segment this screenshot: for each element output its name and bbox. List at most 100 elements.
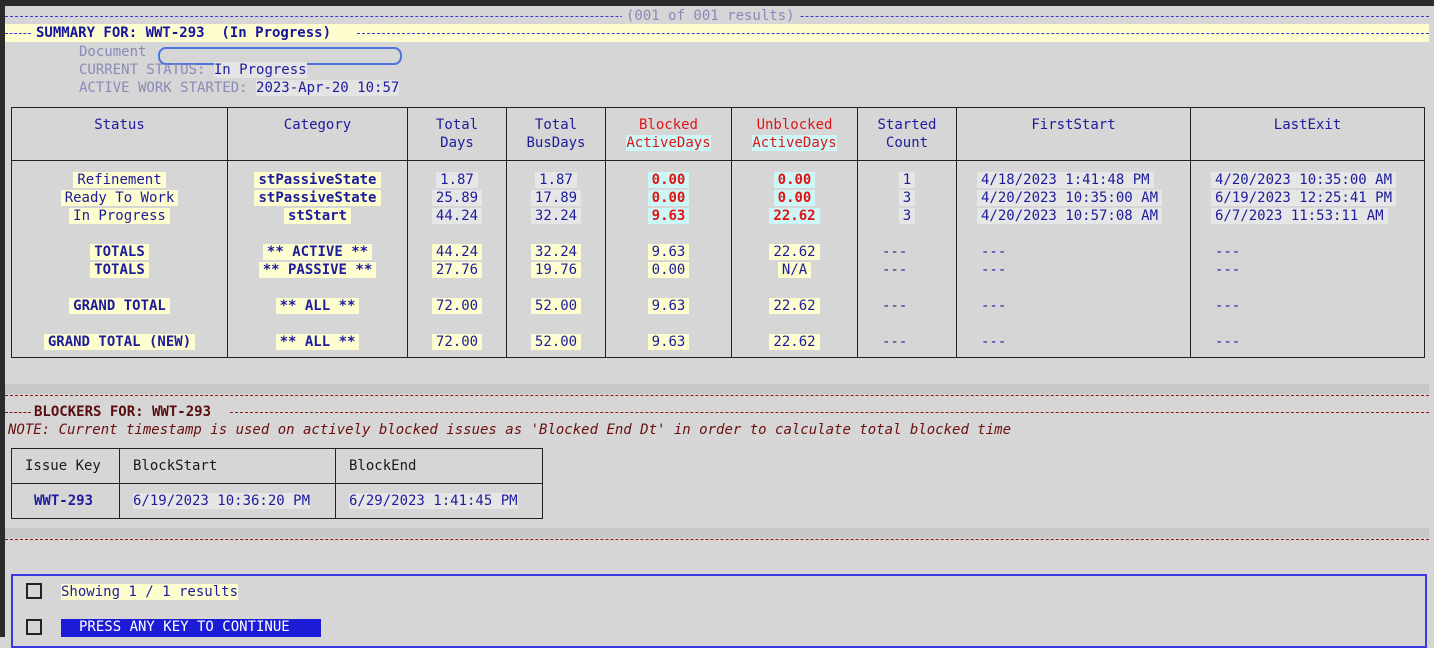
row-unblocked: 0.00 (732, 189, 857, 207)
col-firststart: FirstStart (956, 107, 1191, 161)
row-started-count: 3 (858, 189, 956, 207)
row-total-days: 1.87 (408, 171, 506, 189)
total-busdays-column: 1.87 17.89 32.24 32.24 19.76 52.00 52.00 (506, 160, 606, 358)
blockers-divider-right (230, 412, 1429, 413)
total-blocked: 9.63 (606, 243, 731, 261)
total-status: TOTALS (12, 261, 227, 279)
total-started-count: --- (882, 244, 908, 260)
blockers-divider-top (5, 395, 1429, 396)
blocked-column: 0.00 0.00 9.63 9.63 0.00 9.63 9.63 (605, 160, 732, 358)
firststart-column: 4/18/2023 1:41:48 PM 4/20/2023 10:35:00 A… (956, 160, 1191, 358)
row-unblocked: 0.00 (732, 171, 857, 189)
blockers-title: BLOCKERS FOR: WWT-293 (34, 404, 212, 420)
col-blocked-activedays: Blocked ActiveDays (605, 107, 732, 161)
total-total-busdays: 32.24 (507, 243, 605, 261)
summary-divider-left (5, 33, 31, 34)
col-category: Category (227, 107, 408, 161)
category-column: stPassiveState stPassiveState stStart ** AC… (227, 160, 408, 358)
col-blockend: BlockEnd (335, 448, 543, 484)
total-category: ** PASSIVE ** (228, 261, 407, 279)
total-category: ** ACTIVE ** (228, 243, 407, 261)
total-started-count: --- (882, 298, 908, 314)
row-status: In Progress (12, 207, 227, 225)
col-total-days: Total Days (407, 107, 507, 161)
row-total-busdays: 32.24 (507, 207, 605, 225)
document-label: Document (79, 44, 147, 60)
col-total-busdays: Total BusDays (506, 107, 606, 161)
row-started-count: 3 (858, 207, 956, 225)
press-any-key-button[interactable]: PRESS ANY KEY TO CONTINUE (61, 619, 321, 637)
total-status: GRAND TOTAL (NEW) (12, 333, 227, 351)
row-lastexit: 6/7/2023 11:53:11 AM (1191, 207, 1424, 225)
total-lastexit: --- (1215, 334, 1241, 350)
row-firststart: 4/20/2023 10:35:00 AM (957, 189, 1190, 207)
total-days-column: 1.87 25.89 44.24 44.24 27.76 72.00 72.00 (407, 160, 507, 358)
row-blocked: 0.00 (606, 189, 731, 207)
total-blocked: 0.00 (606, 261, 731, 279)
col-status: Status (11, 107, 228, 161)
status-column: Refinement Ready To Work In Progress TOTALS… (11, 160, 228, 358)
total-firststart: --- (981, 298, 1007, 314)
window-left-edge (0, 6, 5, 637)
row-status: Refinement (12, 171, 227, 189)
total-total-days: 44.24 (408, 243, 506, 261)
current-status-line: CURRENT STATUS: In Progress (79, 62, 307, 78)
col-started-count: Started Count (857, 107, 957, 161)
showing-results: Showing 1 / 1 results (61, 584, 239, 600)
total-total-days: 72.00 (408, 333, 506, 351)
total-firststart: --- (981, 334, 1007, 350)
checkbox-showing[interactable] (26, 583, 42, 599)
blockers-header-row: Issue Key BlockStart BlockEnd (11, 448, 543, 484)
row-total-busdays: 1.87 (507, 171, 605, 189)
row-status: Ready To Work (12, 189, 227, 207)
row-category: stPassiveState (228, 171, 407, 189)
blockers-note: NOTE: Current timestamp is used on activ… (8, 422, 1012, 438)
total-blocked: 9.63 (606, 297, 731, 315)
row-total-days: 44.24 (408, 207, 506, 225)
col-blockstart: BlockStart (119, 448, 336, 484)
row-total-busdays: 17.89 (507, 189, 605, 207)
summary-title: SUMMARY FOR: WWT-293 (In Progress) (34, 25, 334, 41)
blockers-divider-bottom (5, 539, 1429, 540)
total-lastexit: --- (1215, 298, 1241, 314)
total-started-count: --- (882, 262, 908, 278)
total-status: GRAND TOTAL (12, 297, 227, 315)
checkbox-continue[interactable] (26, 619, 42, 635)
total-total-days: 72.00 (408, 297, 506, 315)
row-firststart: 4/18/2023 1:41:48 PM (957, 171, 1190, 189)
active-work-line: ACTIVE WORK STARTED: 2023-Apr-20 10:57 (79, 80, 400, 96)
total-unblocked: 22.62 (732, 243, 857, 261)
total-total-days: 27.76 (408, 261, 506, 279)
col-issue-key: Issue Key (11, 448, 120, 484)
row-blocked: 9.63 (606, 207, 731, 225)
active-work-label: ACTIVE WORK STARTED: (79, 80, 248, 96)
separator-band-2 (5, 528, 1429, 538)
total-status: TOTALS (12, 243, 227, 261)
results-counter: (001 of 001 results) (622, 8, 799, 24)
col-lastexit: LastExit (1190, 107, 1425, 161)
table-row: WWT-293 6/19/2023 10:36:20 PM 6/29/2023 … (11, 483, 543, 519)
total-lastexit: --- (1215, 262, 1241, 278)
summary-divider-right (357, 33, 1429, 34)
total-total-busdays: 52.00 (507, 333, 605, 351)
row-unblocked: 22.62 (732, 207, 857, 225)
row-firststart: 4/20/2023 10:57:08 AM (957, 207, 1190, 225)
separator-band (5, 384, 1429, 394)
active-work-value: 2023-Apr-20 10:57 (256, 80, 400, 96)
summary-body-row: Refinement Ready To Work In Progress TOTALS… (11, 160, 1425, 358)
row-started-count: 1 (858, 171, 956, 189)
block-start: 6/19/2023 10:36:20 PM (119, 483, 336, 519)
row-category: stStart (228, 207, 407, 225)
blockers-table: Issue Key BlockStart BlockEnd WWT-293 6/… (11, 448, 543, 519)
blockers-divider-left (5, 412, 31, 413)
total-unblocked: 22.62 (732, 297, 857, 315)
row-blocked: 0.00 (606, 171, 731, 189)
summary-header-row: Status Category Total Days Total BusDays B… (11, 107, 1425, 161)
block-end: 6/29/2023 1:41:45 PM (335, 483, 543, 519)
issue-key-link[interactable]: WWT-293 (11, 483, 120, 519)
col-unblocked-activedays: Unblocked ActiveDays (731, 107, 858, 161)
row-lastexit: 4/20/2023 10:35:00 AM (1191, 171, 1424, 189)
window-top-edge (0, 0, 1434, 6)
summary-table: Status Category Total Days Total BusDays B… (11, 107, 1425, 358)
total-firststart: --- (981, 244, 1007, 260)
